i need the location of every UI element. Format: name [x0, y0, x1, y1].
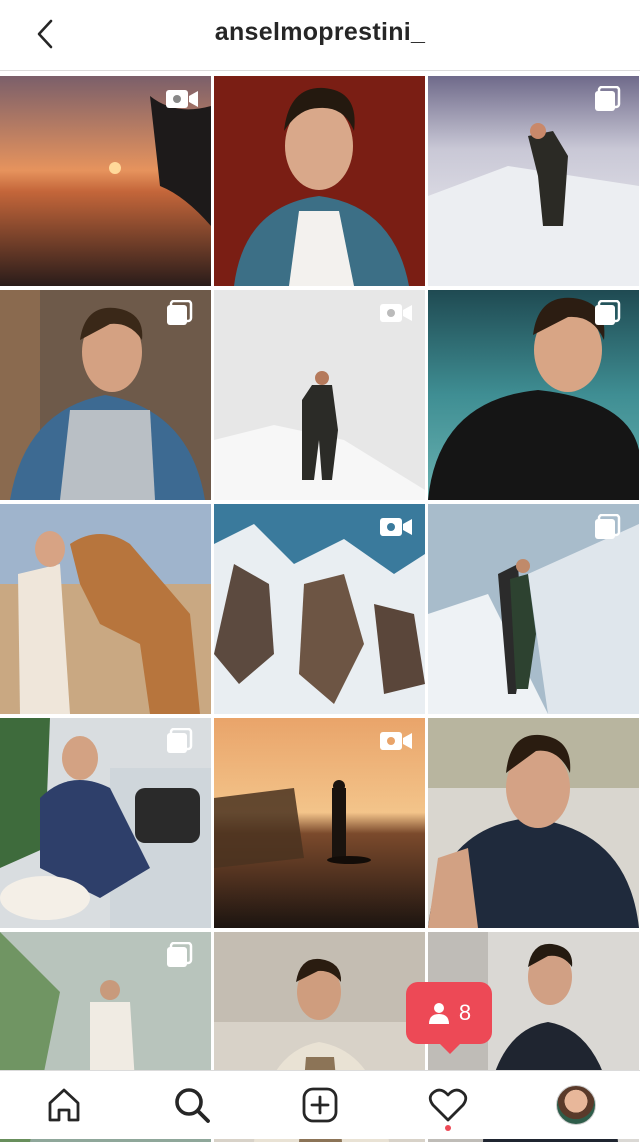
post-tile[interactable]: [0, 290, 211, 500]
activity-notification-dot: [445, 1125, 451, 1131]
post-tile[interactable]: [0, 504, 211, 714]
nav-search[interactable]: [162, 1075, 222, 1135]
post-tile[interactable]: [214, 718, 425, 928]
post-tile[interactable]: [0, 76, 211, 286]
carousel-badge-icon: [593, 85, 627, 112]
search-icon: [175, 1088, 210, 1123]
man-with-horse-photo: [0, 504, 211, 714]
bottom-navigation: [0, 1070, 640, 1139]
post-tile[interactable]: [214, 76, 425, 286]
video-badge-icon: [379, 300, 413, 326]
profile-username[interactable]: anselmoprestini_: [0, 18, 640, 47]
carousel-badge-icon: [593, 513, 627, 540]
post-tile[interactable]: [428, 718, 639, 928]
follower-count: 8: [458, 1000, 472, 1025]
nav-home[interactable]: [34, 1075, 94, 1135]
video-badge-icon: [165, 86, 199, 112]
carousel-badge-icon: [165, 727, 199, 754]
heart-icon: [428, 1088, 468, 1122]
top-bar: anselmoprestini_: [0, 0, 640, 71]
post-tile[interactable]: [214, 504, 425, 714]
post-tile[interactable]: [214, 290, 425, 500]
portrait-red-background-photo: [214, 76, 425, 286]
video-badge-icon: [379, 514, 413, 540]
nav-profile[interactable]: [546, 1075, 606, 1135]
post-tile[interactable]: [428, 504, 639, 714]
person-icon: [428, 1003, 449, 1024]
profile-avatar: [556, 1085, 596, 1125]
carousel-badge-icon: [165, 941, 199, 968]
post-tile[interactable]: [0, 718, 211, 928]
post-tile[interactable]: [428, 76, 639, 286]
video-badge-icon: [379, 728, 413, 754]
carousel-badge-icon: [593, 299, 627, 326]
home-icon: [48, 1088, 80, 1122]
posts-grid: [0, 76, 640, 1142]
hoodie-portrait-photo: [428, 718, 639, 928]
carousel-badge-icon: [165, 299, 199, 326]
nav-create-post[interactable]: [290, 1075, 350, 1135]
nav-activity[interactable]: [418, 1075, 478, 1135]
post-tile[interactable]: [428, 290, 639, 500]
add-post-icon: [302, 1087, 338, 1123]
new-followers-notification[interactable]: 8: [406, 982, 492, 1054]
